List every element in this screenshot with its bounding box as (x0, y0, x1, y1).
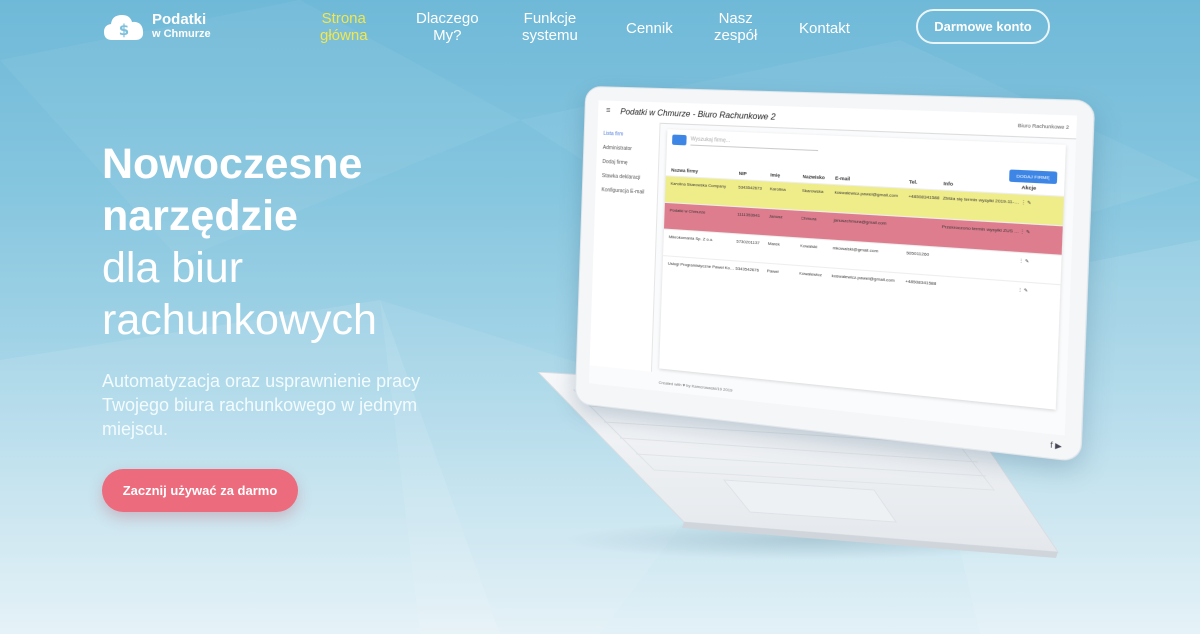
social-icons: f ▶ (1050, 441, 1062, 451)
table-cell: 5343542676 (735, 265, 760, 273)
table-cell: januszchmura@gmail.com (833, 217, 887, 226)
nav-item-pricing[interactable]: Cennik (626, 20, 673, 37)
app-sidebar: Lista firm Administrator Dodaj firmę Sta… (589, 120, 661, 372)
table-cell: Usługi Programistyczne Paweł Kowalewicz (667, 260, 736, 272)
table-cell: +48508341588 (908, 193, 940, 201)
laptop-screen: ☰ Podatki w Chmurze - Biuro Rachunkowe 2… (574, 85, 1096, 463)
table-cell: Mikrokomania Sp. Z o.o. (668, 233, 714, 243)
table-cell: koswalewicz.pawel@gmail.com (831, 272, 895, 283)
table-cell: 1111353941 (737, 211, 761, 218)
hero-subtitle: Automatyzacja oraz usprawnienie pracy Tw… (102, 371, 421, 439)
nav-label: zespół (714, 27, 758, 44)
table-cell: Chmura (800, 215, 817, 222)
col-header: Tel. (908, 179, 918, 185)
app-search-field: Wyszukaj firmę... (690, 135, 819, 151)
hero-title-bold: narzędzie (102, 192, 298, 240)
row-actions-icon: ⋮ ✎ (1018, 257, 1030, 264)
brand-name-line2: w Chmurze (152, 28, 211, 40)
col-header: E-mail (834, 175, 851, 182)
table-cell: koswalewicz.pawel@gmail.com (834, 189, 898, 199)
table-cell: Paweł (766, 267, 779, 275)
table-cell: 5343542673 (738, 184, 763, 191)
hero-title-bold: Nowoczesne (102, 140, 363, 188)
app-account: Biuro Rachunkowe 2 (1017, 122, 1070, 130)
nav-label: Kontakt (799, 20, 850, 37)
free-account-button[interactable]: Darmowe konto (916, 9, 1050, 44)
nav-label: Dlaczego (416, 10, 479, 27)
table-cell: +48508341588 (905, 278, 937, 287)
nav-item-team[interactable]: Nasz zespół (714, 10, 757, 44)
nav-item-features[interactable]: Funkcje systemu (522, 10, 578, 44)
nav-label: Strona (321, 10, 366, 27)
col-header: Imię (770, 172, 781, 178)
app-window-title: Podatki w Chmurze - Biuro Rachunkowe 2 (620, 106, 776, 122)
table-cell: Karolina (769, 185, 786, 193)
nav-label: Nasz (718, 10, 753, 27)
table-cell (940, 252, 1019, 276)
row-actions-icon: ⋮ ✎ (1020, 199, 1032, 206)
nav-label: Cennik (626, 20, 673, 37)
nav-label: Funkcje (523, 10, 577, 27)
hero-title-light: rachunkowych (102, 296, 377, 344)
cloud-dollar-icon: $ (102, 12, 146, 42)
col-header: Akcje (1021, 184, 1037, 191)
hero-title-light: dla biur (102, 244, 244, 292)
menu-icon: ☰ (605, 107, 611, 114)
app-table-card: Wyszukaj firmę... DODAJ FIRMĘ Nazwa firm… (659, 129, 1066, 410)
col-header: Nazwisko (802, 173, 826, 181)
hero-title: Nowoczesne narzędzie dla biur rachunkowy… (102, 138, 377, 346)
search-icon (672, 134, 687, 146)
row-actions-icon: ⋮ ✎ (1019, 228, 1031, 235)
start-free-button[interactable]: Zacznij używać za darmo (102, 469, 298, 512)
nav-label: systemu (522, 27, 578, 44)
svg-text:$: $ (119, 21, 129, 39)
nav-label: My? (433, 27, 462, 44)
nav-item-why-us[interactable]: Dlaczego My? (416, 10, 479, 44)
table-cell: Podatki w Chmurze (669, 207, 706, 215)
app-add-company-button: DODAJ FIRMĘ (1008, 169, 1058, 185)
table-cell: Zbliża się termin wysyłki 2019-11-10 - Z… (942, 195, 1021, 209)
table-cell: Janusz (768, 213, 783, 220)
nav-label: główna (320, 27, 368, 44)
col-header: NIP (738, 170, 747, 177)
facebook-icon: f (1050, 441, 1053, 451)
table-cell: Kowalewicz (798, 270, 822, 278)
table-cell: Kowalski (799, 242, 818, 250)
col-header: Info (943, 180, 954, 187)
app-sidebar-item: Konfiguracja E-mail (601, 187, 645, 196)
table-cell: Karolina Skarowska Company (670, 180, 727, 189)
table-cell: mkowalski@gmail.com (832, 244, 879, 254)
youtube-icon: ▶ (1054, 442, 1062, 452)
table-cell (907, 222, 942, 243)
brand-logo[interactable]: $ Podatki w Chmurze (102, 12, 211, 42)
table-cell: Marek (767, 240, 780, 247)
table-cell: Przekroczono termin wysyłki ZUS z zobowi… (941, 223, 1020, 236)
col-header: Nazwa firmy (671, 167, 699, 174)
brand-name-line1: Podatki (152, 11, 207, 28)
row-actions-icon: ⋮ ✎ (1017, 286, 1028, 294)
app-footer: Created with ♥ by Kamcroswski/19 2019 (658, 379, 733, 393)
table-cell: 505011260 (906, 249, 930, 257)
nav-item-contact[interactable]: Kontakt (799, 20, 850, 37)
table-cell: Skarowska (801, 187, 824, 195)
table-cell (939, 281, 1018, 306)
nav-item-home[interactable]: Strona główna (320, 10, 368, 44)
app-preview: ☰ Podatki w Chmurze - Biuro Rachunkowe 2… (588, 100, 1078, 436)
table-cell: 5730201137 (736, 238, 760, 246)
